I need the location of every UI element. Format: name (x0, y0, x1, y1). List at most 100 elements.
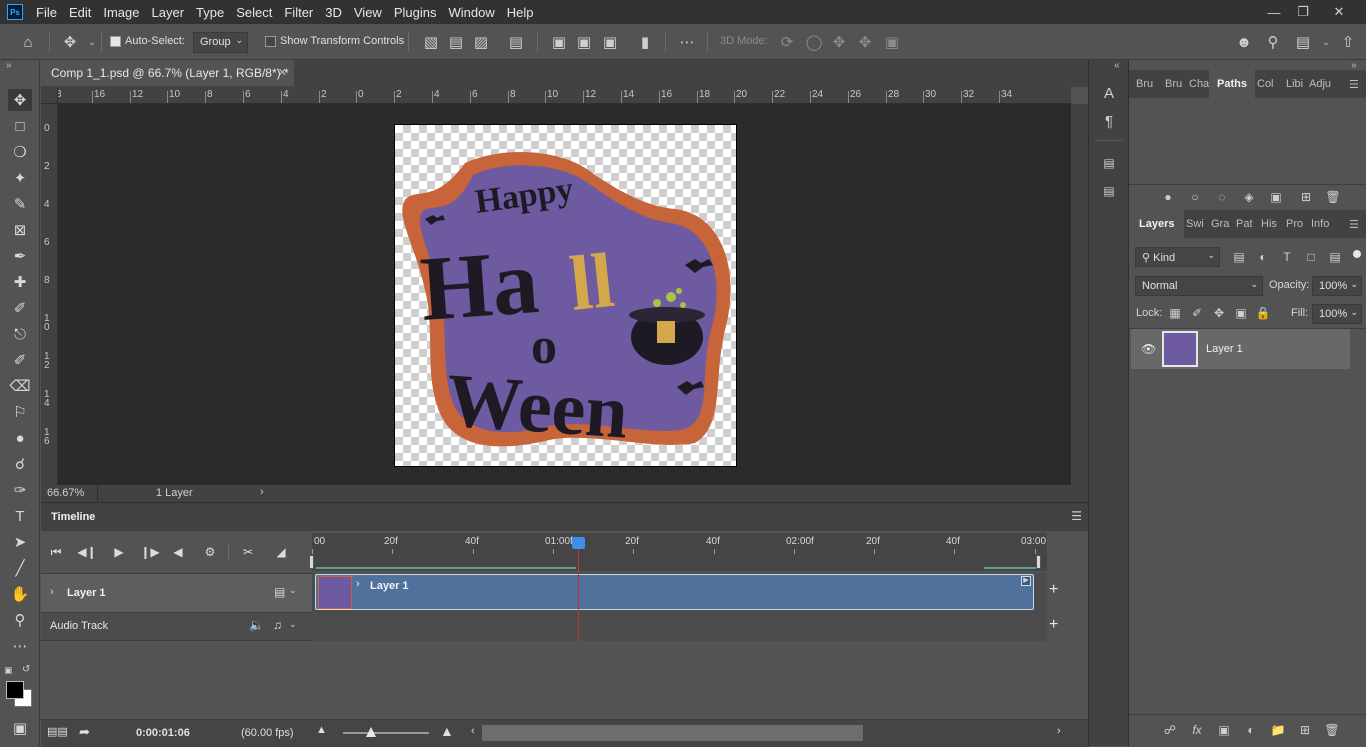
fill-input[interactable]: 100% ⌄ (1312, 304, 1362, 324)
history-brush-tool-icon[interactable]: ✐ (8, 349, 32, 371)
distribute-icon[interactable]: ▤ (506, 32, 526, 52)
quick-mask-icon[interactable]: ▣ (8, 717, 32, 739)
layer-clip[interactable]: › Layer 1 ▶ (315, 574, 1034, 610)
work-area-start-handle[interactable] (309, 555, 314, 569)
default-colors-icon[interactable]: ▣ (4, 665, 13, 676)
align-middle-icon[interactable]: ▣ (574, 32, 594, 52)
eyedropper-tool-icon[interactable]: ✒ (8, 245, 32, 267)
tab-adjustments[interactable]: Adju (1309, 70, 1331, 98)
swap-colors-icon[interactable]: ↺ (22, 664, 30, 675)
panel-menu-icon[interactable]: ☰ (1071, 509, 1082, 523)
menu-plugins[interactable]: Plugins (388, 5, 443, 20)
filter-adjustment-icon[interactable]: ◐ (1254, 248, 1272, 266)
distribute-vertical-icon[interactable]: ▮ (635, 32, 655, 52)
align-bottom-icon[interactable]: ▣ (600, 32, 620, 52)
filter-shape-icon[interactable]: □ (1302, 248, 1320, 266)
more-options-icon[interactable]: ⋯ (677, 32, 697, 52)
document-tab[interactable]: Comp 1_1.psd @ 66.7% (Layer 1, RGB/8*) *… (41, 60, 294, 86)
blend-mode-dropdown[interactable]: Normal ⌄ (1135, 276, 1263, 296)
brush-tool-icon[interactable]: ✐ (8, 297, 32, 319)
clip-end-icon[interactable]: ▶ (1021, 576, 1031, 586)
paint-bucket-tool-icon[interactable]: ⚐ (8, 401, 32, 423)
group-folder-icon[interactable]: 📁 (1269, 721, 1287, 739)
adjustment-layer-icon[interactable]: ◐ (1242, 721, 1260, 739)
eraser-tool-icon[interactable]: ⌫ (8, 375, 32, 397)
ruler-origin[interactable] (41, 87, 58, 104)
zoom-in-mountain-icon[interactable]: ▲ (440, 723, 454, 739)
align-top-icon[interactable]: ▣ (549, 32, 569, 52)
healing-brush-tool-icon[interactable]: ✚ (8, 271, 32, 293)
kind-filter-dropdown[interactable]: ⚲ Kind ⌄ (1135, 247, 1220, 267)
home-icon[interactable]: ⌂ (18, 32, 38, 52)
playhead[interactable] (572, 537, 585, 549)
split-scissors-icon[interactable]: ✂ (238, 543, 258, 561)
new-layer-icon[interactable]: ⊞ (1296, 721, 1314, 739)
notes-panel-icon[interactable]: ▤ (1100, 182, 1118, 200)
lock-image-icon[interactable]: ✐ (1188, 304, 1206, 322)
menu-layer[interactable]: Layer (146, 5, 191, 20)
zoom-tool-icon[interactable]: ⚲ (8, 609, 32, 631)
previous-frame-icon[interactable]: ◀❙ (77, 543, 97, 561)
timeline-title[interactable]: Timeline (51, 511, 95, 523)
path-select-tool-icon[interactable]: ➤ (8, 531, 32, 553)
filter-toggle[interactable] (1353, 250, 1361, 258)
chevron-down-icon[interactable]: ⌄ (289, 585, 297, 596)
filter-pixel-icon[interactable]: ▤ (1230, 248, 1248, 266)
crop-tool-icon[interactable]: ✎ (8, 193, 32, 215)
minimize-button[interactable]: — (1259, 0, 1289, 24)
chevron-right-icon[interactable]: › (50, 586, 54, 598)
chevron-down-icon[interactable]: ⌄ (289, 619, 297, 630)
canvas-scrollbar[interactable] (1071, 104, 1088, 485)
tab-swatches[interactable]: Swi (1186, 210, 1204, 238)
line-tool-icon[interactable]: ╱ (8, 557, 32, 579)
menu-select[interactable]: Select (230, 5, 278, 20)
align-right-icon[interactable]: ▨ (471, 32, 491, 52)
maximize-button[interactable]: ❐ (1288, 0, 1318, 24)
audio-mute-icon[interactable]: ◀ (168, 543, 188, 561)
stroke-path-icon[interactable]: ○ (1186, 188, 1204, 206)
quick-select-tool-icon[interactable]: ✦ (8, 167, 32, 189)
tab-paths[interactable]: Paths (1209, 70, 1255, 98)
collapse-icon[interactable]: » (6, 60, 12, 71)
menu-window[interactable]: Window (442, 5, 500, 20)
auto-select-dropdown[interactable]: Group ⌄ (193, 32, 248, 53)
move-tool-icon[interactable]: ✥ (60, 32, 80, 52)
zoom-slider-thumb[interactable] (366, 727, 376, 737)
close-tab-icon[interactable]: ✕ (278, 66, 287, 79)
chevron-right-icon[interactable]: › (260, 486, 264, 498)
lock-position-icon[interactable]: ✥ (1210, 304, 1228, 322)
layer-row[interactable]: 👁 Layer 1 (1131, 329, 1350, 369)
tab-patterns[interactable]: Pat (1236, 210, 1253, 238)
tab-brush-settings[interactable]: Bru (1165, 70, 1182, 98)
dodge-tool-icon[interactable]: ☌ (8, 453, 32, 475)
tab-layers[interactable]: Layers (1129, 210, 1185, 238)
paths-list[interactable] (1129, 98, 1366, 184)
music-note-icon[interactable]: ♫ (273, 618, 282, 632)
menu-view[interactable]: View (348, 5, 388, 20)
type-tool-icon[interactable]: T (8, 505, 32, 527)
share-user-icon[interactable]: ☻ (1234, 32, 1254, 52)
menu-type[interactable]: Type (190, 5, 230, 20)
character-panel-icon[interactable]: A (1100, 84, 1118, 102)
move-tool-icon[interactable]: ✥ (8, 89, 32, 111)
add-mask-icon[interactable]: ▣ (1215, 721, 1233, 739)
document-canvas[interactable]: Happy Ha ll o Ween (394, 124, 737, 467)
more-tools-icon[interactable]: ⋯ (8, 635, 32, 657)
timeline-scrollbar[interactable] (482, 725, 863, 741)
make-work-path-icon[interactable]: ◈ (1240, 188, 1258, 206)
track-audio[interactable]: Audio Track 🔈 ♫ ⌄ (41, 613, 312, 641)
properties-panel-icon[interactable]: ▤ (1100, 154, 1118, 172)
add-mask-icon[interactable]: ▣ (1267, 188, 1285, 206)
timeline-ruler[interactable]: 00 20f 40f 01:00f 20f 40f 02:00f 20f 40f 03:00 (312, 533, 1047, 571)
menu-edit[interactable]: Edit (63, 5, 97, 20)
tab-libraries[interactable]: Libi (1286, 70, 1303, 98)
settings-gear-icon[interactable]: ⚙ (200, 543, 220, 561)
trash-icon[interactable]: 🗑 (1324, 188, 1342, 206)
add-audio-icon[interactable]: + (1049, 616, 1058, 634)
opacity-input[interactable]: 100% ⌄ (1312, 276, 1362, 296)
auto-select-checkbox[interactable] (110, 36, 121, 47)
lock-artboard-icon[interactable]: ▣ (1232, 304, 1250, 322)
menu-3d[interactable]: 3D (319, 5, 348, 20)
photoshop-logo[interactable]: Ps (7, 4, 23, 20)
search-icon[interactable]: ⚲ (1263, 32, 1283, 52)
